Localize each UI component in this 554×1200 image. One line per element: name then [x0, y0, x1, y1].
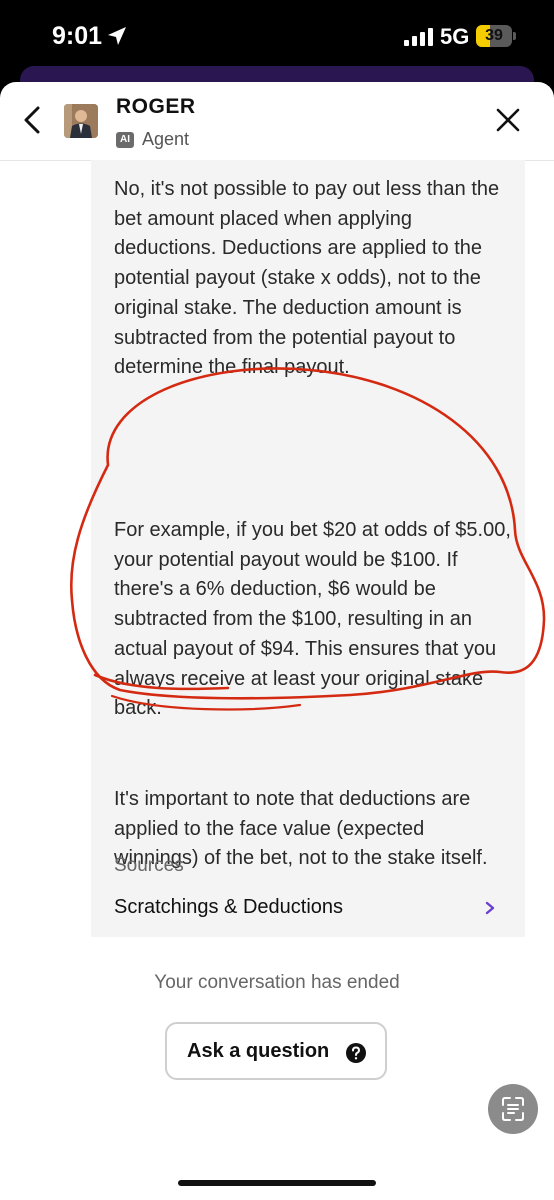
status-bar: 9:01 5G 39 — [0, 0, 554, 70]
location-arrow-icon — [108, 27, 126, 45]
chat-header: ROGER AI Agent — [0, 82, 554, 161]
avatar — [64, 104, 98, 138]
signal-icon — [404, 28, 433, 46]
scan-text-icon — [502, 1097, 524, 1121]
agent-role: Agent — [142, 129, 190, 149]
message-paragraph: No, it's not possible to pay out less th… — [114, 178, 500, 379]
sources-heading: Sources — [114, 855, 184, 876]
message-paragraph: For example, if you bet $20 at odds of $… — [114, 519, 511, 720]
ask-question-label: Ask a question — [187, 1040, 330, 1062]
conversation-ended-text: Your conversation has ended — [154, 972, 400, 993]
chevron-right-icon — [485, 901, 495, 915]
network-type: 5G — [440, 24, 470, 49]
agent-name: ROGER — [116, 95, 196, 118]
source-link-label: Scratchings & Deductions — [114, 896, 344, 918]
close-icon[interactable] — [492, 104, 524, 136]
status-time: 9:01 — [52, 22, 103, 50]
help-icon — [346, 1043, 366, 1063]
scan-text-button[interactable] — [488, 1084, 538, 1134]
source-link[interactable]: Scratchings & Deductions — [91, 888, 525, 932]
battery-level: 39 — [485, 27, 503, 44]
home-indicator — [178, 1180, 376, 1186]
chevron-left-icon[interactable] — [14, 100, 50, 140]
chat-sheet: ROGER AI Agent No, it's not possible to … — [0, 82, 554, 1200]
ask-question-button[interactable]: Ask a question — [165, 1022, 387, 1080]
agent-message-bubble: No, it's not possible to pay out less th… — [91, 160, 525, 937]
battery-icon: 39 — [476, 25, 518, 47]
ai-badge: AI — [116, 132, 134, 148]
